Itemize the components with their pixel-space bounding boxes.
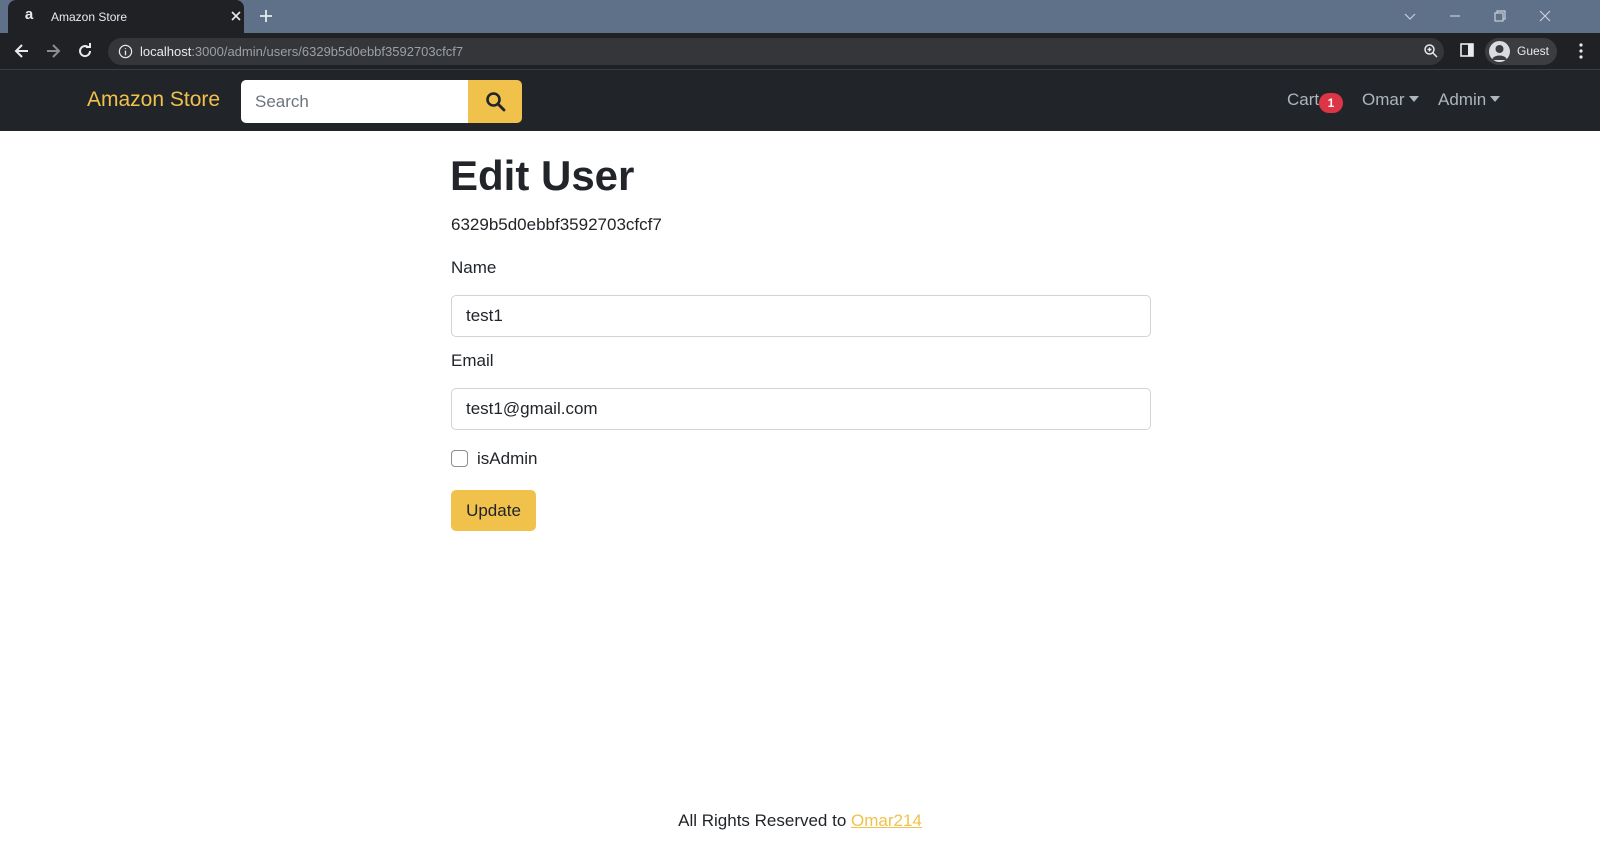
search-icon [486, 92, 506, 112]
app-navbar: Amazon Store Cart 1 Omar Admin [0, 69, 1600, 131]
zoom-icon[interactable] [1423, 43, 1439, 59]
brand-link[interactable]: Amazon Store [87, 88, 220, 112]
url-input[interactable]: localhost:3000/admin/users/6329b5d0ebbf3… [108, 38, 1444, 65]
cart-count-badge: 1 [1319, 93, 1343, 113]
profile-button[interactable]: Guest [1485, 38, 1557, 65]
browser-menu-icon[interactable] [1573, 42, 1589, 60]
chevron-down-icon [1408, 96, 1419, 102]
footer-author-link[interactable]: Omar214 [851, 811, 922, 830]
amazon-favicon-icon: a [24, 6, 34, 23]
user-menu-dropdown[interactable]: Omar [1362, 90, 1419, 110]
browser-tab[interactable]: a Amazon Store [8, 0, 244, 33]
is-admin-label: isAdmin [477, 449, 538, 468]
footer-text: All Rights Reserved to [678, 811, 852, 830]
tab-title: Amazon Store [51, 10, 128, 24]
user-menu-label: Omar [1362, 90, 1405, 109]
name-label: Name [451, 258, 497, 277]
search-button[interactable] [468, 80, 522, 123]
admin-menu-label: Admin [1438, 90, 1487, 109]
back-arrow-icon[interactable] [12, 41, 32, 61]
user-id-text: 6329b5d0ebbf3592703cfcf7 [451, 215, 662, 234]
admin-menu-dropdown[interactable]: Admin [1438, 90, 1501, 110]
browser-tab-bar: a Amazon Store [0, 0, 1600, 33]
url-host: localhost [140, 44, 192, 59]
name-field[interactable] [451, 295, 1151, 337]
new-tab-icon[interactable] [257, 7, 275, 25]
minimize-icon[interactable] [1445, 6, 1465, 26]
url-path: :3000/admin/users/6329b5d0ebbf3592703cfc… [191, 44, 464, 59]
restore-icon[interactable] [1490, 6, 1510, 26]
close-window-icon[interactable] [1535, 6, 1555, 26]
is-admin-checkbox[interactable] [451, 450, 468, 467]
site-info-icon[interactable] [118, 44, 133, 59]
page-title: Edit User [450, 152, 635, 199]
guest-avatar-icon [1489, 41, 1510, 62]
footer: All Rights Reserved to Omar214 [0, 811, 1600, 831]
update-button[interactable]: Update [451, 490, 536, 531]
email-field[interactable] [451, 388, 1151, 430]
search-form [241, 80, 522, 123]
url-text: localhost:3000/admin/users/6329b5d0ebbf3… [140, 44, 463, 59]
search-input[interactable] [241, 80, 468, 123]
reload-icon[interactable] [75, 41, 95, 61]
browser-address-bar: localhost:3000/admin/users/6329b5d0ebbf3… [0, 33, 1600, 69]
cart-link[interactable]: Cart [1287, 90, 1319, 110]
email-label: Email [451, 351, 494, 370]
tab-close-icon[interactable] [228, 8, 244, 24]
tab-search-icon[interactable] [1400, 6, 1420, 26]
side-panel-icon[interactable] [1459, 42, 1475, 58]
chevron-down-icon [1490, 96, 1501, 102]
forward-arrow-icon[interactable] [43, 41, 63, 61]
profile-label: Guest [1517, 44, 1550, 58]
